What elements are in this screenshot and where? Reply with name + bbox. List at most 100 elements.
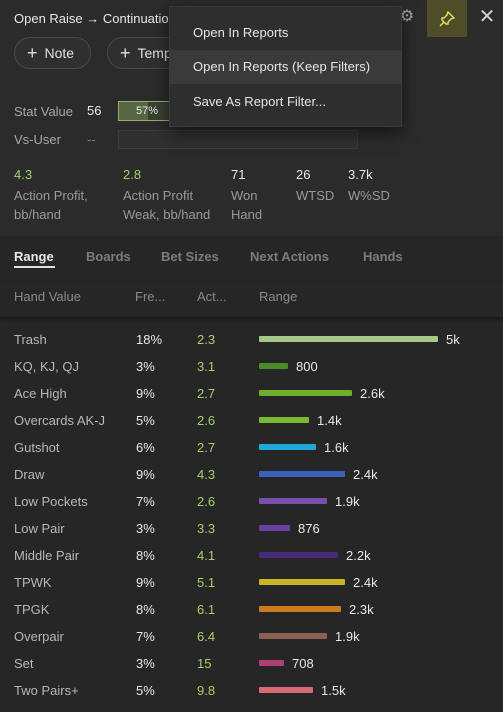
table-row[interactable]: Low Pockets 7% 2.6 1.9k — [0, 488, 503, 515]
action-value: 4.3 — [197, 467, 216, 482]
range-count: 2.2k — [346, 548, 371, 563]
frequency-value: 8% — [136, 548, 155, 563]
action-value: 2.3 — [197, 332, 216, 347]
range-count: 1.5k — [321, 683, 346, 698]
kpi-value: 3.7k — [348, 167, 373, 182]
frequency-value: 8% — [136, 602, 155, 617]
table-row[interactable]: Set 3% 15 708 — [0, 650, 503, 677]
range-bar — [259, 390, 352, 396]
action-value: 3.3 — [197, 521, 216, 536]
kpi-wsd: 3.7k W%SD — [348, 167, 390, 205]
range-count: 1.6k — [324, 440, 349, 455]
vs-user-input[interactable] — [118, 130, 358, 149]
kpi-action-profit-weak: 2.8 Action Profit Weak, bb/hand — [123, 167, 210, 224]
table-row[interactable]: Gutshot 6% 2.7 1.6k — [0, 434, 503, 461]
column-header-hand-value[interactable]: Hand Value — [14, 289, 81, 304]
range-bar — [259, 417, 309, 423]
hand-value-name: TPWK — [14, 575, 52, 590]
kpi-label: bb/hand — [14, 207, 61, 222]
menu-item-open-in-reports[interactable]: Open In Reports — [170, 16, 401, 50]
table-row[interactable]: KQ, KJ, QJ 3% 3.1 800 — [0, 353, 503, 380]
table-row[interactable]: Draw 9% 4.3 2.4k — [0, 461, 503, 488]
tab-next-actions[interactable]: Next Actions — [250, 249, 329, 264]
table-row[interactable]: Middle Pair 8% 4.1 2.2k — [0, 542, 503, 569]
action-value: 15 — [197, 656, 212, 671]
tab-boards[interactable]: Boards — [86, 249, 131, 264]
frequency-value: 5% — [136, 683, 155, 698]
window-title: Open Raise → Continuation — [14, 11, 174, 26]
frequency-value: 6% — [136, 440, 155, 455]
table-header: Hand Value Fre... Act... Range — [0, 282, 503, 318]
context-menu: Open In Reports Open In Reports (Keep Fi… — [169, 6, 402, 127]
menu-item-open-in-reports-keep-filters[interactable]: Open In Reports (Keep Filters) — [170, 50, 401, 84]
column-header-frequency[interactable]: Fre... — [135, 289, 165, 304]
tab-bar: Range Boards Bet Sizes Next Actions Hand… — [0, 236, 503, 276]
stat-value: 56 — [87, 103, 102, 118]
column-header-range[interactable]: Range — [259, 289, 297, 304]
hand-value-name: TPGK — [14, 602, 50, 617]
table-row[interactable]: TPWK 9% 5.1 2.4k — [0, 569, 503, 596]
close-icon[interactable]: ✕ — [476, 4, 498, 30]
range-bar — [259, 606, 341, 612]
hand-value-name: Low Pair — [14, 521, 65, 536]
percent-bar: 57% w — [118, 101, 170, 121]
kpi-label: WTSD — [296, 188, 335, 203]
table-row[interactable]: Overpair 7% 6.4 1.9k — [0, 623, 503, 650]
plus-icon: + — [27, 43, 38, 63]
kpi-value: 71 — [231, 167, 246, 182]
range-count: 708 — [292, 656, 314, 671]
percent-bar-text: 57% w — [136, 105, 159, 120]
stat-value-label: Stat Value — [14, 104, 74, 119]
frequency-value: 5% — [136, 413, 155, 428]
range-bar — [259, 336, 438, 342]
range-count: 876 — [298, 521, 320, 536]
column-header-action[interactable]: Act... — [197, 289, 227, 304]
range-count: 800 — [296, 359, 318, 374]
hand-value-name: Draw — [14, 467, 45, 482]
frequency-value: 18% — [136, 332, 163, 347]
tab-bet-sizes[interactable]: Bet Sizes — [161, 249, 219, 264]
vs-user-label: Vs-User — [14, 132, 61, 147]
frequency-value: 9% — [136, 575, 155, 590]
range-bar — [259, 687, 313, 693]
action-value: 5.1 — [197, 575, 216, 590]
kpi-label: W%SD — [348, 188, 390, 203]
range-count: 2.4k — [353, 575, 378, 590]
tab-hands[interactable]: Hands — [363, 249, 403, 264]
table-row[interactable]: Ace High 9% 2.7 2.6k — [0, 380, 503, 407]
hand-value-name: Ace High — [14, 386, 67, 401]
kpi-label: Won — [231, 188, 258, 203]
frequency-value: 3% — [136, 359, 155, 374]
hand-value-name: Middle Pair — [14, 548, 80, 563]
action-value: 6.1 — [197, 602, 216, 617]
add-note-button[interactable]: + Note — [14, 37, 91, 69]
hand-value-name: Two Pairs+ — [14, 683, 79, 698]
action-value: 6.4 — [197, 629, 216, 644]
range-bar — [259, 552, 338, 558]
frequency-value: 3% — [136, 656, 155, 671]
kpi-value: 26 — [296, 167, 311, 182]
range-bar — [259, 498, 327, 504]
table-row[interactable]: Low Pair 3% 3.3 876 — [0, 515, 503, 542]
range-count: 2.4k — [353, 467, 378, 482]
kpi-wtsd: 26 WTSD — [296, 167, 334, 205]
range-count: 1.9k — [335, 494, 360, 509]
menu-item-save-as-report-filter[interactable]: Save As Report Filter... — [170, 85, 401, 119]
template-button-label: Temp — [137, 45, 172, 61]
tab-range[interactable]: Range — [14, 249, 54, 264]
kpi-label: Action Profit, — [14, 188, 88, 203]
kpi-label: Action Profit — [123, 188, 194, 203]
vs-user-value: -- — [87, 132, 96, 147]
table-row[interactable]: Two Pairs+ 5% 9.8 1.5k — [0, 677, 503, 704]
action-value: 3.1 — [197, 359, 216, 374]
pin-button[interactable] — [427, 0, 467, 37]
table-row[interactable]: Overcards AK-J 5% 2.6 1.4k — [0, 407, 503, 434]
range-bar — [259, 471, 345, 477]
table-row[interactable]: TPGK 8% 6.1 2.3k — [0, 596, 503, 623]
table-row[interactable]: Trash 18% 2.3 5k — [0, 326, 503, 353]
range-count: 2.6k — [360, 386, 385, 401]
frequency-value: 7% — [136, 629, 155, 644]
action-value: 2.6 — [197, 494, 216, 509]
hand-value-name: Set — [14, 656, 34, 671]
range-bar — [259, 363, 288, 369]
